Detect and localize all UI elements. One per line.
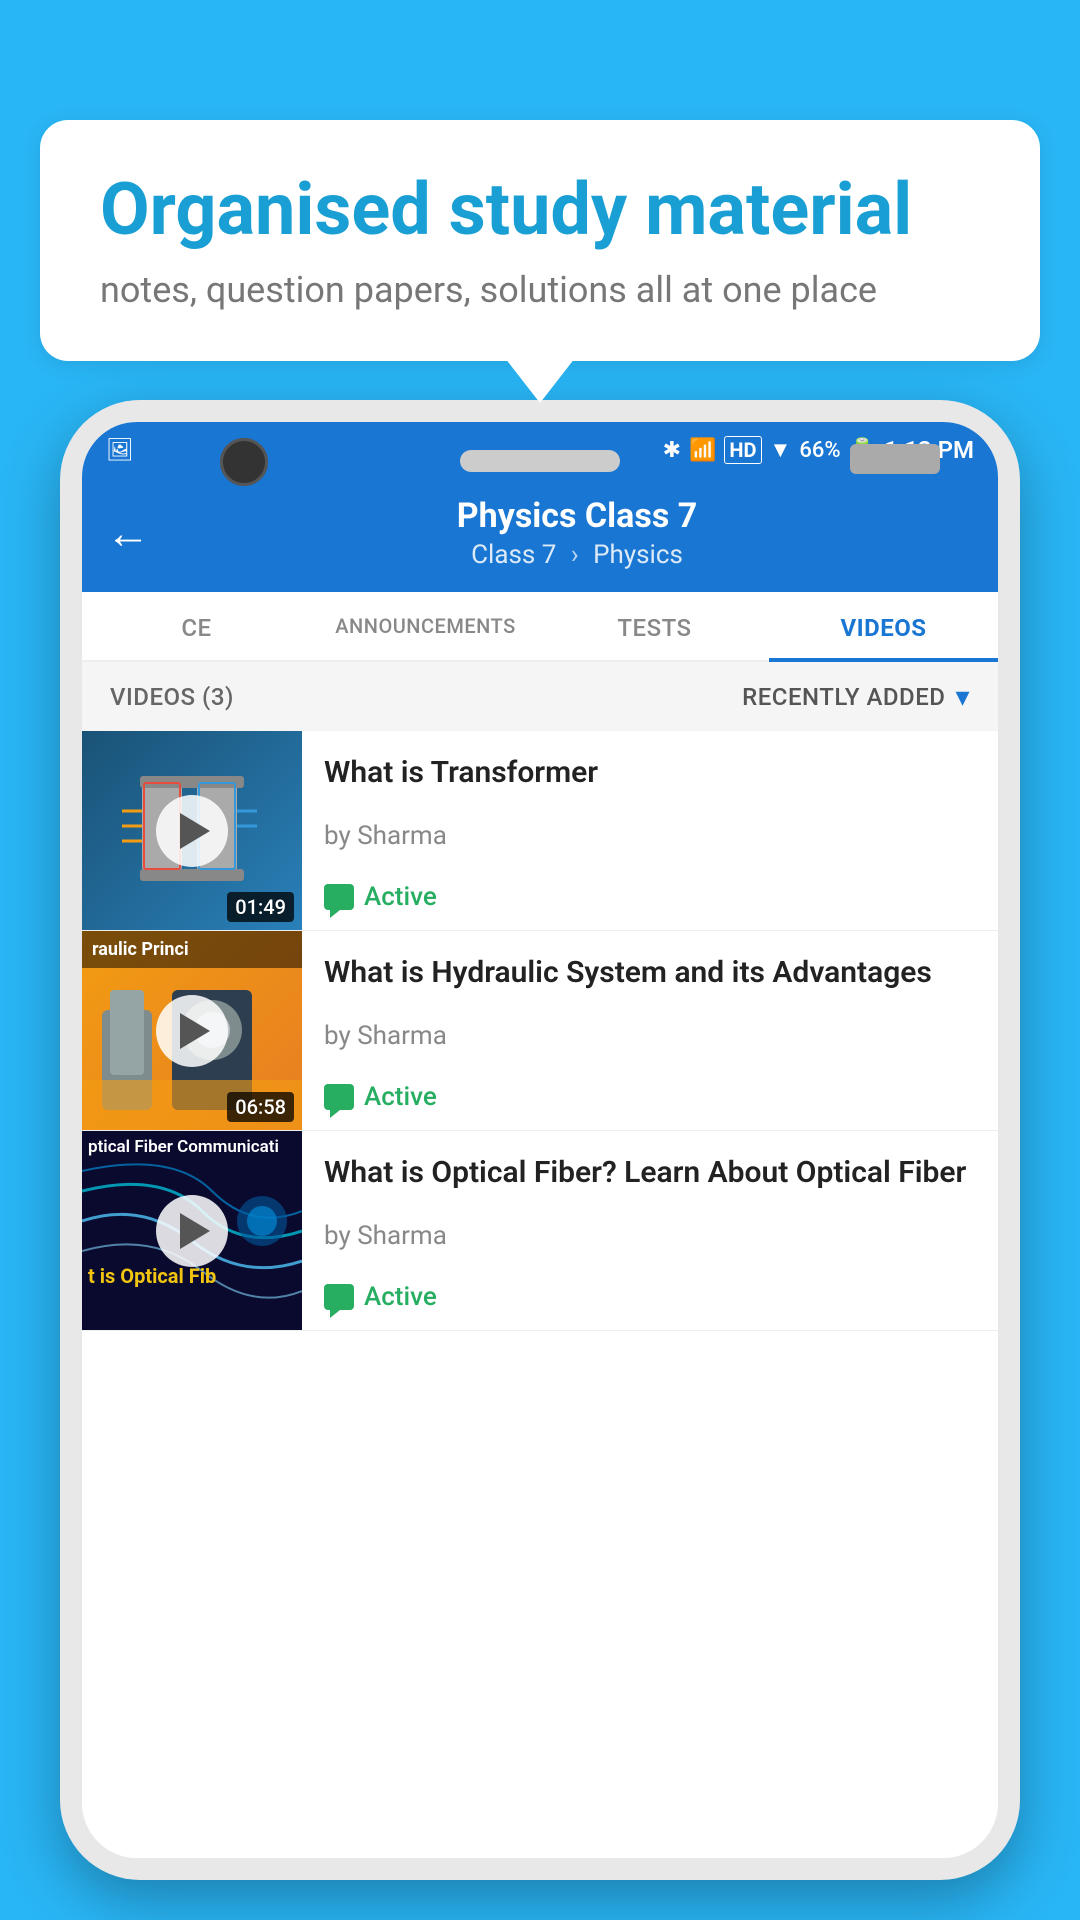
video-duration-1: 01:49	[227, 892, 294, 922]
play-button-2[interactable]	[156, 995, 228, 1067]
video-title-3: What is Optical Fiber? Learn About Optic…	[324, 1153, 976, 1192]
phone-container: 🖼 ✱ 📶 HD ▼ 66% 🔋 1:13 PM ← Physics Class…	[60, 400, 1020, 1880]
status-left: 🖼	[106, 438, 140, 463]
app-header: ← Physics Class 7 Class 7 › Physics	[82, 478, 998, 592]
back-button[interactable]: ←	[106, 507, 150, 559]
video-duration-2: 06:58	[227, 1092, 294, 1122]
video-thumbnail-3: ptical Fiber Communicati t is Optical Fi…	[82, 1131, 302, 1330]
breadcrumb-subject: Physics	[593, 540, 683, 570]
active-label-2: Active	[364, 1082, 437, 1112]
bluetooth-icon: ✱	[663, 438, 681, 463]
wifi-icon: ▼	[770, 437, 792, 463]
phone-body: 🖼 ✱ 📶 HD ▼ 66% 🔋 1:13 PM ← Physics Class…	[60, 400, 1020, 1880]
video-info-1: What is Transformer by Sharma Active	[302, 731, 998, 930]
tab-announcements[interactable]: ANNOUNCEMENTS	[311, 592, 540, 660]
video-author-3: by Sharma	[324, 1221, 976, 1251]
speech-bubble-container: Organised study material notes, question…	[40, 120, 1040, 361]
active-label-1: Active	[364, 882, 437, 912]
video-author-2: by Sharma	[324, 1021, 976, 1051]
video-info-3: What is Optical Fiber? Learn About Optic…	[302, 1131, 998, 1330]
play-triangle-1	[180, 813, 210, 849]
video-thumbnail-1: 01:49	[82, 731, 302, 930]
play-triangle-2	[180, 1013, 210, 1049]
dropdown-arrow-icon: ▾	[955, 680, 970, 713]
video-item-1[interactable]: 01:49 What is Transformer by Sharma Acti…	[82, 731, 998, 931]
video-title-1: What is Transformer	[324, 753, 976, 792]
play-button-1[interactable]	[156, 795, 228, 867]
active-label-3: Active	[364, 1282, 437, 1312]
headline: Organised study material	[100, 170, 980, 249]
play-button-3[interactable]	[156, 1195, 228, 1267]
video-status-3: Active	[324, 1282, 976, 1312]
phone-speaker	[460, 450, 620, 472]
play-triangle-3	[180, 1213, 210, 1249]
video-author-1: by Sharma	[324, 821, 976, 851]
phone-screen: 🖼 ✱ 📶 HD ▼ 66% 🔋 1:13 PM ← Physics Class…	[82, 422, 998, 1858]
chat-icon-3	[324, 1284, 354, 1310]
breadcrumb-separator: ›	[571, 540, 579, 570]
videos-count: VIDEOS (3)	[110, 683, 234, 711]
breadcrumb: Class 7 › Physics	[180, 540, 974, 570]
tab-tests[interactable]: TESTS	[540, 592, 769, 660]
battery-pct: 66%	[799, 438, 840, 463]
phone-home-button	[850, 444, 940, 474]
subtext: notes, question papers, solutions all at…	[100, 269, 980, 311]
sort-label: RECENTLY ADDED	[742, 683, 945, 711]
chat-icon-2	[324, 1084, 354, 1110]
tabs-bar: CE ANNOUNCEMENTS TESTS VIDEOS	[82, 592, 998, 662]
video-status-1: Active	[324, 882, 976, 912]
tab-ce[interactable]: CE	[82, 592, 311, 660]
hd-badge: HD	[724, 436, 761, 464]
chat-icon-1	[324, 884, 354, 910]
video-status-2: Active	[324, 1082, 976, 1112]
video-item-3[interactable]: ptical Fiber Communicati t is Optical Fi…	[82, 1131, 998, 1331]
video-item-2[interactable]: raulic Princi	[82, 931, 998, 1131]
video-info-2: What is Hydraulic System and its Advanta…	[302, 931, 998, 1130]
video-thumbnail-2: raulic Princi	[82, 931, 302, 1130]
tab-videos[interactable]: VIDEOS	[769, 592, 998, 660]
video-list: 01:49 What is Transformer by Sharma Acti…	[82, 731, 998, 1858]
photo-icon: 🖼	[106, 438, 134, 463]
filter-bar: VIDEOS (3) RECENTLY ADDED ▾	[82, 662, 998, 731]
signal-icon: 📶	[689, 438, 716, 463]
video-title-2: What is Hydraulic System and its Advanta…	[324, 953, 976, 992]
sort-dropdown[interactable]: RECENTLY ADDED ▾	[742, 680, 970, 713]
page-title: Physics Class 7	[180, 496, 974, 536]
thumb-overlay-3	[82, 1131, 302, 1330]
header-title-block: Physics Class 7 Class 7 › Physics	[180, 496, 974, 570]
phone-camera	[220, 438, 268, 486]
breadcrumb-class: Class 7	[471, 540, 556, 570]
speech-bubble: Organised study material notes, question…	[40, 120, 1040, 361]
